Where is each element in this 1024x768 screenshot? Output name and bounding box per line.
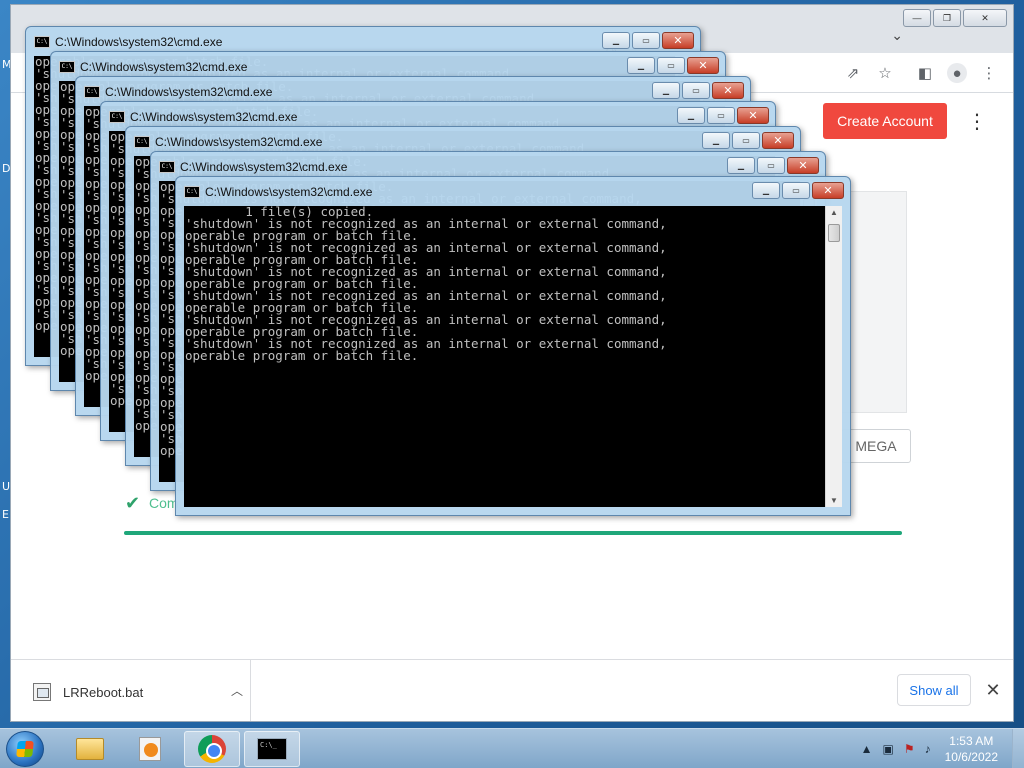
close-button[interactable]: ✕ xyxy=(737,107,769,124)
progress-bar xyxy=(124,531,902,535)
cmd-icon: C:\_ xyxy=(257,738,287,760)
scroll-up-icon[interactable]: ▲ xyxy=(830,208,838,217)
cmd-icon: C:\ xyxy=(84,86,100,98)
cmd-window-title: C:\Windows\system32\cmd.exe xyxy=(130,110,298,124)
bookmark-star-icon[interactable]: ☆ xyxy=(875,63,895,83)
cmd-window-title: C:\Windows\system32\cmd.exe xyxy=(105,85,273,99)
minimize-button[interactable]: ▁ xyxy=(702,132,730,149)
maximize-button[interactable]: ▭ xyxy=(682,82,710,99)
close-button[interactable]: ✕ xyxy=(662,32,694,49)
cmd-icon: C:\ xyxy=(184,186,200,198)
media-player-icon xyxy=(139,737,161,761)
taskbar-media-player-button[interactable] xyxy=(122,731,178,767)
scroll-down-icon[interactable]: ▼ xyxy=(830,496,838,505)
show-hidden-icons-icon[interactable]: ▲ xyxy=(861,742,873,756)
desktop-icon-label: E xyxy=(2,508,9,521)
maximize-button[interactable]: ▭ xyxy=(757,157,785,174)
cmd-title-bar[interactable]: C:\ C:\Windows\system32\cmd.exe xyxy=(184,180,730,204)
network-icon[interactable]: ▣ xyxy=(883,742,894,756)
close-button[interactable]: ✕ xyxy=(687,57,719,74)
close-button[interactable]: ✕ xyxy=(812,182,844,199)
minimize-button[interactable]: ▁ xyxy=(652,82,680,99)
cmd-icon: C:\ xyxy=(34,36,50,48)
kebab-menu-icon[interactable]: ⋮ xyxy=(967,107,987,135)
maximize-button[interactable]: ▭ xyxy=(657,57,685,74)
download-item[interactable]: LRReboot.bat ︿ xyxy=(23,660,251,721)
maximize-button[interactable]: ▭ xyxy=(732,132,760,149)
show-desktop-button[interactable] xyxy=(1012,729,1024,768)
profile-icon[interactable]: ● xyxy=(947,63,967,83)
cmd-window-title: C:\Windows\system32\cmd.exe xyxy=(205,185,373,199)
close-button[interactable]: ✕ xyxy=(712,82,744,99)
clock-date: 10/6/2022 xyxy=(944,750,998,764)
cmd-icon: C:\ xyxy=(134,136,150,148)
cmd-output: 1 file(s) copied.'shutdown' is not recog… xyxy=(184,206,825,507)
minimize-button[interactable]: ▁ xyxy=(627,57,655,74)
cmd-window-title: C:\Windows\system32\cmd.exe xyxy=(55,35,223,49)
create-account-button[interactable]: Create Account xyxy=(823,103,947,139)
mega-button[interactable]: MEGA xyxy=(841,429,911,463)
chrome-icon xyxy=(198,735,226,763)
cmd-window-controls: ▁ ▭ ✕ xyxy=(727,157,819,174)
minimize-button[interactable]: ▁ xyxy=(752,182,780,199)
batch-file-icon xyxy=(33,683,51,701)
close-button[interactable]: ✕ xyxy=(787,157,819,174)
desktop: M D U E — ❐ ✕ ⌄ ⇗ ☆ ◧ ● ⋮ Create Account… xyxy=(0,0,1024,728)
taskbar-cmd-button[interactable]: C:\_ xyxy=(244,731,300,767)
window-controls: — ❐ ✕ xyxy=(903,9,1007,27)
download-bar: LRReboot.bat ︿ Show all ✕ xyxy=(11,659,1013,721)
cmd-output-line: operable program or batch file. xyxy=(185,348,419,363)
clock[interactable]: 1:53 AM 10/6/2022 xyxy=(945,733,998,765)
clock-time: 1:53 AM xyxy=(949,734,994,748)
maximize-button[interactable]: ▭ xyxy=(707,107,735,124)
minimize-button[interactable]: — xyxy=(903,9,931,27)
cmd-icon: C:\ xyxy=(59,61,75,73)
share-icon[interactable]: ⇗ xyxy=(843,63,863,83)
desktop-icon-label: U xyxy=(2,480,11,493)
cmd-window-controls: ▁ ▭ ✕ xyxy=(602,32,694,49)
show-all-button[interactable]: Show all xyxy=(897,674,971,706)
system-tray: ▲ ▣ ⚑ ♪ 1:53 AM 10/6/2022 xyxy=(861,729,1024,768)
close-icon[interactable]: ✕ xyxy=(983,678,1003,702)
cmd-window-controls: ▁ ▭ ✕ xyxy=(677,107,769,124)
scroll-thumb[interactable] xyxy=(828,224,840,242)
chevron-down-icon[interactable]: ⌄ xyxy=(891,27,903,44)
checkmark-icon: ✔ xyxy=(125,493,141,513)
start-button[interactable] xyxy=(6,731,44,767)
chevron-up-icon[interactable]: ︿ xyxy=(231,682,243,699)
minimize-button[interactable]: ▁ xyxy=(677,107,705,124)
cmd-window-controls: ▁ ▭ ✕ xyxy=(752,182,844,199)
download-file-name: LRReboot.bat xyxy=(63,684,144,700)
action-center-flag-icon[interactable]: ⚑ xyxy=(904,742,915,756)
minimize-button[interactable]: ▁ xyxy=(602,32,630,49)
maximize-button[interactable]: ❐ xyxy=(933,9,961,27)
maximize-button[interactable]: ▭ xyxy=(782,182,810,199)
minimize-button[interactable]: ▁ xyxy=(727,157,755,174)
maximize-button[interactable]: ▭ xyxy=(632,32,660,49)
cmd-icon: C:\ xyxy=(109,111,125,123)
close-button[interactable]: ✕ xyxy=(762,132,794,149)
side-panel-icon[interactable]: ◧ xyxy=(915,63,935,83)
close-button[interactable]: ✕ xyxy=(963,9,1007,27)
cmd-window-title: C:\Windows\system32\cmd.exe xyxy=(155,135,323,149)
cmd-window-controls: ▁ ▭ ✕ xyxy=(702,132,794,149)
cmd-window-title: C:\Windows\system32\cmd.exe xyxy=(80,60,248,74)
cmd-scrollbar[interactable]: ▲▼ xyxy=(825,206,842,507)
cmd-window-controls: ▁ ▭ ✕ xyxy=(652,82,744,99)
folder-icon xyxy=(76,738,104,760)
mega-button-label: MEGA xyxy=(855,438,897,454)
cmd-console[interactable]: 1 file(s) copied.'shutdown' is not recog… xyxy=(184,206,842,507)
volume-icon[interactable]: ♪ xyxy=(925,742,931,756)
taskbar-chrome-button[interactable] xyxy=(184,731,240,767)
taskbar-explorer-button[interactable] xyxy=(62,731,118,767)
cmd-window-title: C:\Windows\system32\cmd.exe xyxy=(180,160,348,174)
kebab-menu-icon[interactable]: ⋮ xyxy=(979,63,999,83)
cmd-icon: C:\ xyxy=(159,161,175,173)
cmd-window-active[interactable]: C:\ C:\Windows\system32\cmd.exe ▁ ▭ ✕ 1 file… xyxy=(175,176,851,516)
taskbar: C:\_ ▲ ▣ ⚑ ♪ 1:53 AM 10/6/2022 xyxy=(0,728,1024,768)
cmd-window-controls: ▁ ▭ ✕ xyxy=(627,57,719,74)
